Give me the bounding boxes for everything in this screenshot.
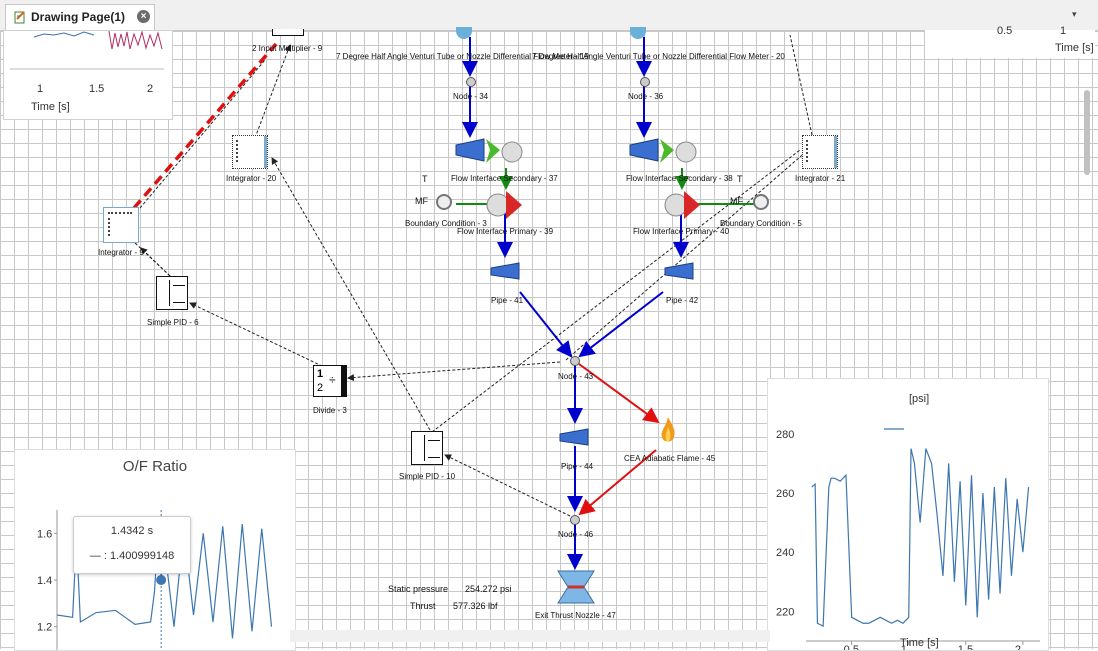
scrollbar-thumb[interactable]	[1084, 90, 1090, 175]
x-axis-label: Time [s]	[1055, 42, 1094, 54]
x-tick-label: 0.5	[844, 644, 859, 650]
drawing-page-icon	[14, 11, 25, 24]
pid-10-label: Simple PID - 10	[399, 472, 456, 481]
divide-icon: ÷	[329, 373, 336, 387]
integrator-20-label: Integrator - 20	[226, 174, 277, 183]
thrust-value: 577.326 lbf	[453, 601, 498, 611]
x-tick-label: 2	[1015, 644, 1021, 650]
node-icon[interactable]	[466, 77, 476, 87]
drawing-canvas[interactable]: 1 1.5 2 Time [s] 0.5 1 Time [s] 2 Input …	[0, 25, 1098, 651]
integrator-21-block[interactable]	[802, 135, 838, 169]
exit-thrust-nozzle-icon[interactable]	[556, 569, 596, 605]
y-tick-label: 1.6	[37, 528, 52, 540]
integrator-21-label: Integrator - 21	[795, 174, 846, 183]
simple-pid-10-block[interactable]	[411, 431, 443, 465]
boundary-condition-3-icon[interactable]	[436, 194, 452, 210]
x-axis-label: Time [s]	[900, 637, 939, 649]
tab-label: Drawing Page(1)	[31, 10, 126, 24]
multiplier-block[interactable]	[272, 29, 304, 36]
flow-interface-secondary-37-icon[interactable]	[454, 135, 526, 169]
horizontal-scrollbar[interactable]	[290, 630, 770, 642]
nozzle-47-label: Exit Thrust Nozzle - 47	[535, 611, 616, 620]
boundary-5-label: Boundary Condition - 5	[720, 219, 802, 228]
x-tick-label: 1.5	[958, 644, 973, 650]
divide-3-block[interactable]: 1 2 ÷	[313, 365, 347, 397]
tooltip: 1.4342 s — : 1.400999148	[73, 516, 191, 574]
hover-point	[156, 575, 167, 585]
tick-label: 1.5	[89, 83, 105, 95]
plot-top-left[interactable]: 1 1.5 2 Time [s]	[3, 30, 173, 120]
divide-denominator: 2	[317, 382, 324, 394]
simple-pid-6-block[interactable]	[156, 276, 188, 310]
x-axis-label: Time [s]	[31, 101, 70, 113]
plot-top-right[interactable]: 0.5 1 Time [s]	[925, 25, 1095, 58]
pipe-44-label: Pipe - 44	[561, 462, 594, 471]
pipe-44-icon[interactable]	[558, 428, 592, 448]
node-icon[interactable]	[570, 356, 580, 366]
mf-label: MF	[730, 196, 743, 206]
static-pressure-value: 254.272 psi	[465, 584, 512, 594]
node-43-label: Node - 43	[558, 372, 594, 381]
static-pressure-label: Static pressure	[388, 584, 449, 594]
pipe-42-label: Pipe - 42	[666, 296, 699, 305]
vertical-scrollbar[interactable]	[1082, 90, 1092, 630]
flow-sec-38-label: Flow Interface Secondary - 38	[626, 174, 733, 183]
integrator-9-label: Integrator - 9	[98, 248, 144, 257]
chevron-down-icon[interactable]: ▾	[1072, 9, 1077, 20]
boundary-condition-5-icon[interactable]	[753, 194, 769, 210]
pressure-svg: 2802602402200.5 1 1.5 2	[776, 428, 1040, 650]
venturi-right-label: 7 Degree Half Angle Venturi Tube or Nozz…	[532, 52, 785, 61]
y-tick-label: 1.2	[37, 622, 52, 634]
t-label: T	[737, 174, 743, 184]
flow-pri-39-label: Flow Interface Primary - 39	[457, 227, 554, 236]
y-tick-label: 220	[776, 606, 794, 618]
y-tick-label: 240	[776, 547, 794, 559]
pressure-plot[interactable]: 280 260 240 220 0.5 1 1.5 2 [psi] Time [s]	[767, 378, 1049, 651]
tooltip-value: — : 1.400999148	[89, 550, 175, 562]
tab-drawing-page[interactable]: Drawing Page(1) ×	[5, 4, 155, 30]
pipe-41-icon[interactable]	[489, 262, 523, 282]
flow-interface-secondary-38-icon[interactable]	[628, 135, 700, 169]
pipe-42-icon[interactable]	[663, 262, 697, 282]
node-icon[interactable]	[570, 515, 580, 525]
y-tick-label: 1.4	[37, 575, 52, 587]
series-line	[811, 448, 1030, 628]
thrust-label: Thrust	[410, 601, 436, 611]
integrator-9-block[interactable]	[103, 207, 139, 243]
divide-numerator: 1	[317, 368, 324, 380]
pipe-41-label: Pipe - 41	[491, 296, 524, 305]
tick-label: 1	[37, 83, 44, 95]
tick-label: 0.5	[997, 25, 1013, 37]
plot-top-left-lines	[10, 31, 164, 70]
close-icon[interactable]: ×	[137, 10, 150, 23]
multiplier-label: 2 Input Multiplier - 9	[252, 44, 323, 53]
node-36-label: Node - 36	[628, 92, 664, 101]
flame-45-label: CEA Adiabatic Flame - 45	[624, 454, 716, 463]
y-tick-label: 280	[776, 429, 794, 441]
node-34-label: Node - 34	[453, 92, 489, 101]
node-46-label: Node - 46	[558, 530, 594, 539]
tick-label: 2	[147, 83, 154, 95]
of-ratio-plot[interactable]: O/F Ratio 1.6 1.4 1.2 1.4342 s — : 1.40099…	[14, 449, 296, 651]
pid-6-label: Simple PID - 6	[147, 318, 199, 327]
tab-bar: Drawing Page(1) × ▾	[0, 0, 1098, 31]
mf-label: MF	[415, 196, 428, 206]
legend-label: [psi]	[909, 393, 930, 405]
y-tick-label: 260	[776, 488, 794, 500]
flow-sec-37-label: Flow Interface Secondary - 37	[451, 174, 558, 183]
t-label: T	[422, 174, 428, 184]
flow-interface-primary-40-icon[interactable]	[664, 189, 704, 221]
integrator-20-block[interactable]	[232, 135, 268, 169]
tooltip-time: 1.4342 s	[110, 525, 154, 537]
flow-interface-primary-39-icon[interactable]	[486, 189, 526, 221]
flow-pri-40-label: Flow Interface Primary - 40	[633, 227, 730, 236]
flame-icon[interactable]	[658, 415, 678, 447]
tick-label: 1	[1060, 25, 1067, 37]
divide-3-label: Divide - 3	[313, 406, 347, 415]
node-icon[interactable]	[640, 77, 650, 87]
